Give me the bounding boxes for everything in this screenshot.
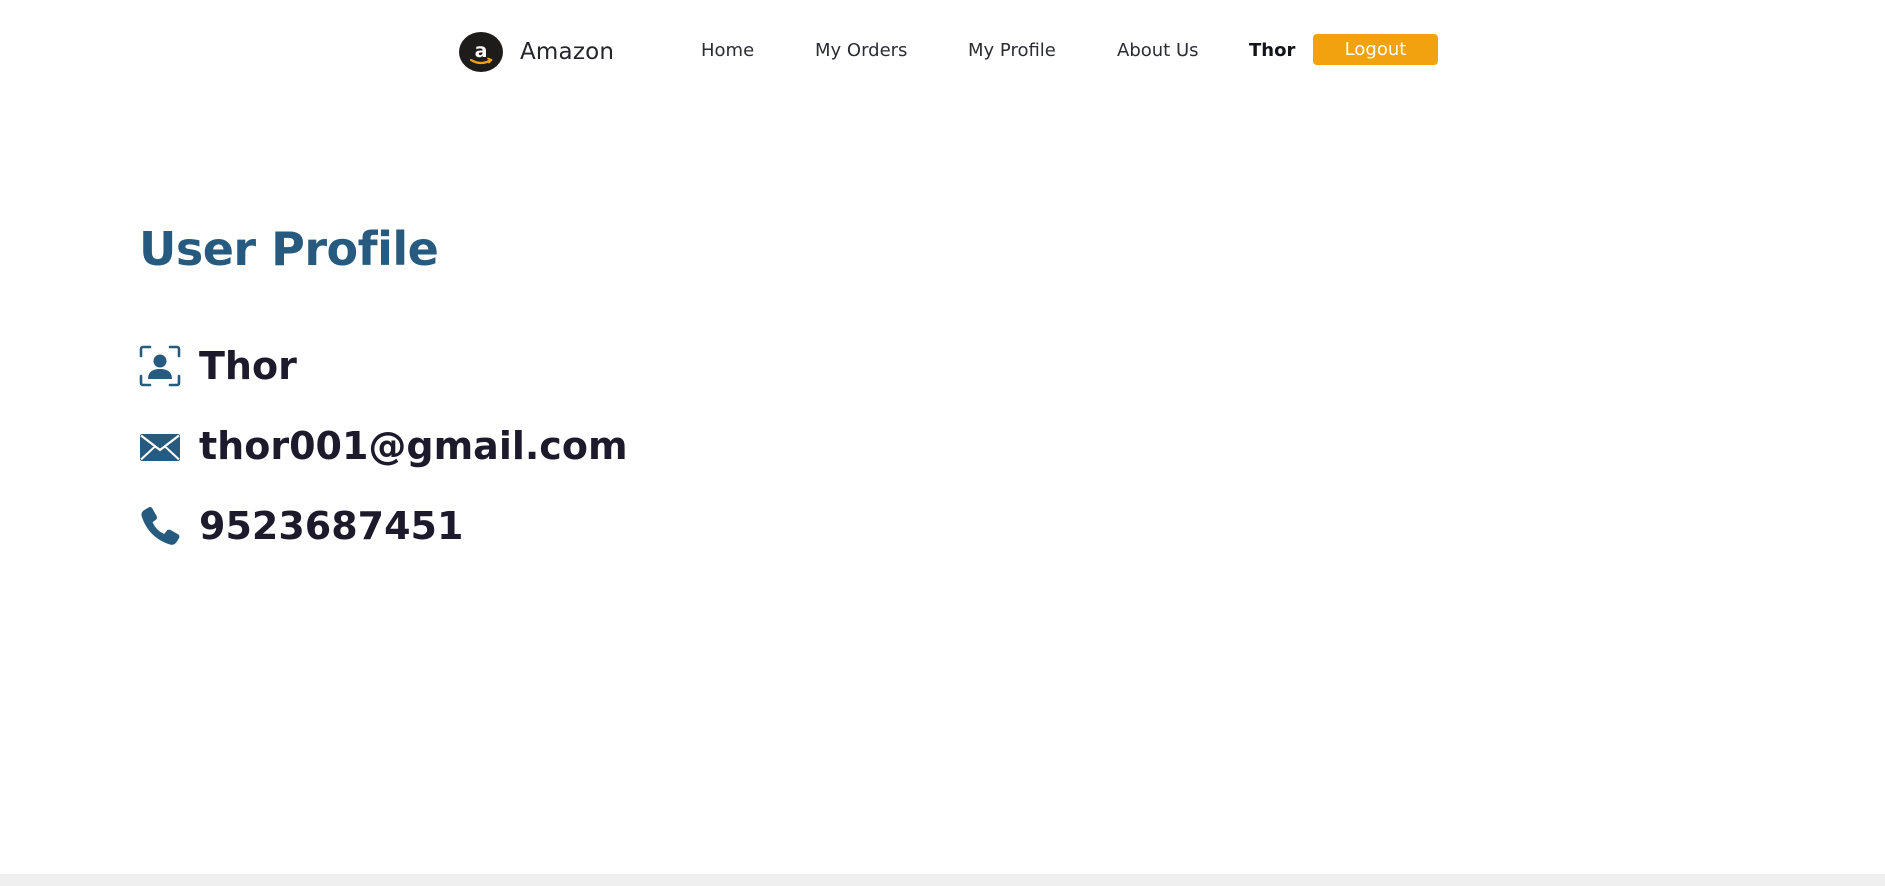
phone-icon — [139, 505, 181, 547]
profile-phone: 9523687451 — [199, 504, 464, 548]
page-title: User Profile — [139, 222, 439, 276]
brand-link[interactable]: a Amazon — [459, 31, 614, 73]
profile-name-row: Thor — [139, 344, 297, 388]
profile-email-row: thor001@gmail.com — [139, 424, 628, 468]
svg-text:a: a — [475, 40, 488, 62]
page: a Amazon Home My Orders My Profile About… — [0, 0, 1885, 886]
profile-email: thor001@gmail.com — [199, 424, 628, 468]
logout-button[interactable]: Logout — [1313, 34, 1438, 65]
amazon-logo-icon: a — [459, 32, 503, 72]
profile-name: Thor — [199, 344, 297, 388]
nav-link-home[interactable]: Home — [701, 40, 754, 61]
nav-link-my-profile[interactable]: My Profile — [968, 40, 1056, 61]
nav-link-about-us[interactable]: About Us — [1117, 40, 1199, 61]
envelope-icon — [139, 425, 181, 467]
profile-phone-row: 9523687451 — [139, 504, 463, 548]
current-username: Thor — [1249, 40, 1296, 61]
user-id-icon — [139, 345, 181, 387]
top-navbar: a Amazon Home My Orders My Profile About… — [0, 0, 1885, 104]
nav-link-my-orders[interactable]: My Orders — [815, 40, 907, 61]
brand-name: Amazon — [520, 39, 615, 65]
footer-strip — [0, 874, 1885, 886]
